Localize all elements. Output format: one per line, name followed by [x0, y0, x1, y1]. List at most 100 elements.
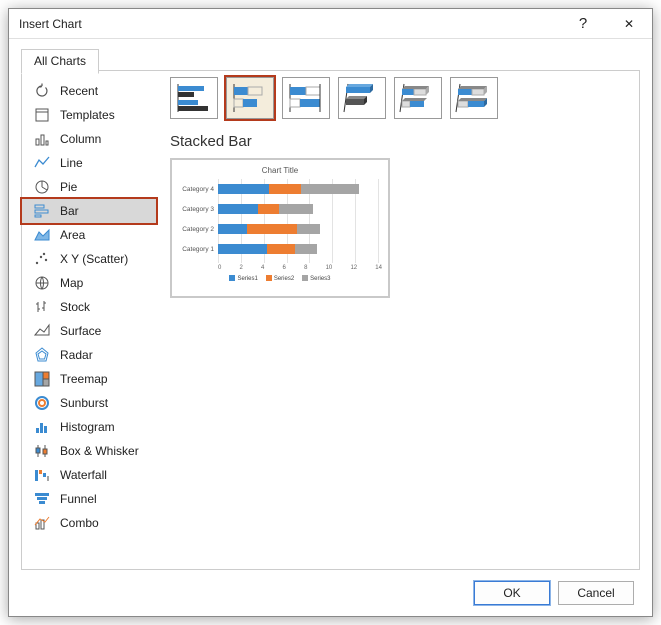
sidebar-item-box-whisker[interactable]: Box & Whisker — [22, 439, 156, 463]
sidebar-item-pie[interactable]: Pie — [22, 175, 156, 199]
treemap-icon — [34, 371, 50, 387]
chart-type-sidebar: Recent Templates Column Line — [22, 71, 160, 569]
sidebar-item-combo[interactable]: Combo — [22, 511, 156, 535]
close-button[interactable]: ✕ — [606, 9, 652, 39]
cancel-button[interactable]: Cancel — [558, 581, 634, 605]
sidebar-item-label: Area — [60, 228, 85, 242]
line-icon — [34, 155, 50, 171]
preview-bar-segment — [258, 204, 279, 214]
ok-button-label: OK — [503, 586, 520, 600]
preview-bar-segment — [247, 224, 297, 234]
preview-bar-segment — [297, 224, 320, 234]
sidebar-item-xy-scatter[interactable]: X Y (Scatter) — [22, 247, 156, 271]
area-icon — [34, 227, 50, 243]
insert-chart-dialog: Insert Chart ? ✕ All Charts Recent — [8, 8, 653, 617]
sidebar-item-treemap[interactable]: Treemap — [22, 367, 156, 391]
sidebar-item-bar[interactable]: Bar — [22, 199, 156, 223]
preview-legend: Series1Series2Series3 — [178, 275, 382, 282]
preview-category-label: Category 1 — [178, 246, 218, 253]
preview-bar-row: Category 1 — [178, 239, 382, 259]
sidebar-item-label: Surface — [60, 324, 101, 338]
help-button[interactable]: ? — [560, 9, 606, 39]
sidebar-item-label: Waterfall — [60, 468, 107, 482]
sunburst-icon — [34, 395, 50, 411]
sidebar-item-label: Sunburst — [60, 396, 108, 410]
surface-icon — [34, 323, 50, 339]
column-icon — [34, 131, 50, 147]
sidebar-item-label: Box & Whisker — [60, 444, 139, 458]
sidebar-item-label: Funnel — [60, 492, 97, 506]
tab-label: All Charts — [34, 54, 86, 68]
sidebar-item-recent[interactable]: Recent — [22, 79, 156, 103]
sidebar-item-map[interactable]: Map — [22, 271, 156, 295]
subtype-clustered-bar[interactable] — [170, 77, 218, 119]
dialog-title: Insert Chart — [19, 17, 82, 31]
sidebar-item-label: Bar — [60, 204, 79, 218]
subtype-3d-100pct-stacked-bar[interactable] — [450, 77, 498, 119]
preview-bar-row: Category 4 — [178, 179, 382, 199]
ok-button[interactable]: OK — [474, 581, 550, 605]
preview-bar-segment — [218, 244, 267, 254]
sidebar-item-surface[interactable]: Surface — [22, 319, 156, 343]
sidebar-item-label: Combo — [60, 516, 99, 530]
sidebar-item-line[interactable]: Line — [22, 151, 156, 175]
recent-icon — [34, 83, 50, 99]
sidebar-item-label: Histogram — [60, 420, 115, 434]
sidebar-item-label: Pie — [60, 180, 77, 194]
sidebar-item-label: X Y (Scatter) — [60, 252, 128, 266]
sidebar-item-histogram[interactable]: Histogram — [22, 415, 156, 439]
chart-preview[interactable]: Chart Title Category 4Category 3Category… — [170, 158, 390, 298]
preview-category-label: Category 2 — [178, 226, 218, 233]
sidebar-item-label: Treemap — [60, 372, 108, 386]
sidebar-item-funnel[interactable]: Funnel — [22, 487, 156, 511]
preview-bar-segment — [218, 184, 269, 194]
bar-icon — [34, 203, 50, 219]
tab-all-charts[interactable]: All Charts — [21, 49, 99, 74]
sidebar-item-radar[interactable]: Radar — [22, 343, 156, 367]
help-icon: ? — [579, 15, 587, 32]
sidebar-item-label: Stock — [60, 300, 90, 314]
preview-x-axis: 02468101214 — [178, 265, 382, 271]
sidebar-item-stock[interactable]: Stock — [22, 295, 156, 319]
preview-bar-row: Category 3 — [178, 199, 382, 219]
main-area: Stacked Bar Chart Title Category 4Catego… — [160, 71, 639, 569]
subtype-3d-clustered-bar[interactable] — [338, 77, 386, 119]
preview-chart-title: Chart Title — [178, 166, 382, 175]
section-title: Stacked Bar — [170, 133, 627, 150]
waterfall-icon — [34, 467, 50, 483]
sidebar-item-label: Recent — [60, 84, 98, 98]
subtype-100pct-stacked-bar[interactable] — [282, 77, 330, 119]
dialog-titlebar: Insert Chart ? ✕ — [9, 9, 652, 39]
sidebar-item-templates[interactable]: Templates — [22, 103, 156, 127]
preview-bar-segment — [279, 204, 313, 214]
preview-plot-area: Category 4 Category 3 Category 2 Category 1 — [178, 179, 382, 263]
sidebar-item-column[interactable]: Column — [22, 127, 156, 151]
sidebar-item-waterfall[interactable]: Waterfall — [22, 463, 156, 487]
sidebar-item-label: Radar — [60, 348, 93, 362]
dialog-body: Recent Templates Column Line — [21, 71, 640, 570]
sidebar-item-area[interactable]: Area — [22, 223, 156, 247]
subtype-stacked-bar[interactable] — [226, 77, 274, 119]
tab-strip: All Charts — [9, 39, 652, 71]
histogram-icon — [34, 419, 50, 435]
scatter-icon — [34, 251, 50, 267]
map-icon — [34, 275, 50, 291]
radar-icon — [34, 347, 50, 363]
templates-icon — [34, 107, 50, 123]
stock-icon — [34, 299, 50, 315]
subtype-strip — [170, 77, 627, 119]
sidebar-item-label: Map — [60, 276, 83, 290]
preview-bar-row: Category 2 — [178, 219, 382, 239]
preview-bar-segment — [269, 184, 301, 194]
sidebar-item-label: Column — [60, 132, 101, 146]
preview-bar-segment — [218, 204, 258, 214]
preview-category-label: Category 4 — [178, 186, 218, 193]
preview-bar-segment — [301, 184, 358, 194]
preview-category-label: Category 3 — [178, 206, 218, 213]
preview-bar-segment — [295, 244, 318, 254]
subtype-3d-stacked-bar[interactable] — [394, 77, 442, 119]
sidebar-item-sunburst[interactable]: Sunburst — [22, 391, 156, 415]
sidebar-item-label: Templates — [60, 108, 115, 122]
cancel-button-label: Cancel — [577, 586, 614, 600]
dialog-footer: OK Cancel — [9, 570, 652, 616]
